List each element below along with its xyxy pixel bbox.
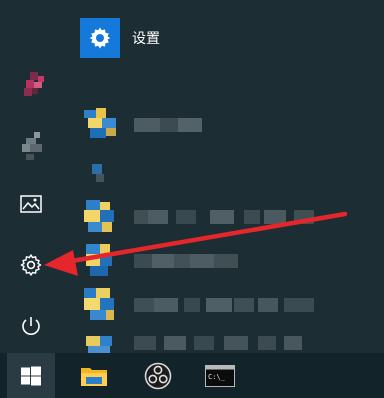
power-button[interactable] xyxy=(8,303,54,349)
app-list-item[interactable] xyxy=(80,104,380,144)
cmd-icon-text: C:\_ xyxy=(208,373,226,381)
app-list-label xyxy=(134,298,334,312)
power-icon xyxy=(22,317,40,335)
settings-app-tile[interactable] xyxy=(80,18,120,58)
start-button[interactable] xyxy=(7,353,55,398)
app-list-item[interactable] xyxy=(80,330,380,355)
app-list-item[interactable] xyxy=(80,240,380,280)
folder-icon xyxy=(81,367,107,386)
user-avatar[interactable] xyxy=(8,60,54,106)
file-explorer-button[interactable] xyxy=(70,353,118,398)
gear-icon xyxy=(20,254,42,276)
obs-icon xyxy=(144,362,172,389)
windows-logo-icon xyxy=(21,366,41,385)
app-list-label xyxy=(134,336,334,350)
blurred-app-icon xyxy=(84,108,116,138)
pixelated-avatar-icon xyxy=(24,72,44,96)
document-icon xyxy=(22,132,42,160)
blurred-app-icon xyxy=(84,288,114,320)
settings-button[interactable] xyxy=(8,242,54,288)
obs-button[interactable] xyxy=(134,353,182,398)
blurred-app-icon xyxy=(84,200,114,232)
app-list-item[interactable] xyxy=(80,196,380,236)
app-list-item[interactable] xyxy=(80,284,380,324)
blurred-app-icon xyxy=(86,336,112,355)
command-prompt-button[interactable]: C:\_ xyxy=(196,353,244,398)
documents-button[interactable] xyxy=(8,122,54,168)
picture-icon xyxy=(20,195,42,213)
cmd-icon: C:\_ xyxy=(205,364,235,387)
app-list-label xyxy=(134,210,354,224)
gear-icon xyxy=(89,27,111,49)
blurred-app-icon xyxy=(92,164,104,182)
start-menu-rail xyxy=(0,0,64,353)
blurred-app-icon xyxy=(86,244,112,276)
taskbar: C:\_ xyxy=(0,353,384,398)
settings-app-label[interactable]: 设置 xyxy=(132,28,160,48)
pictures-button[interactable] xyxy=(8,181,54,227)
app-list-item[interactable] xyxy=(80,150,380,190)
start-menu: 设置 xyxy=(0,0,384,355)
app-list-label xyxy=(134,254,244,268)
